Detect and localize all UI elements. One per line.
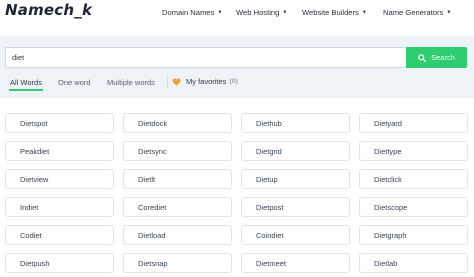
name-card[interactable]: Coindiet: [241, 225, 350, 245]
nav-web-hosting-label: Web Hosting: [236, 8, 280, 17]
search-input[interactable]: [5, 47, 405, 68]
my-favorites-label: My favorites: [186, 77, 227, 86]
tab-divider: [167, 76, 168, 88]
name-card[interactable]: Corediet: [123, 197, 232, 217]
name-card[interactable]: Dietsnap: [123, 253, 232, 273]
name-card[interactable]: Dietdock: [123, 113, 232, 133]
caret-down-icon: ▼: [361, 9, 367, 15]
name-card[interactable]: Dietspot: [5, 113, 114, 133]
name-card[interactable]: Dietload: [123, 225, 232, 245]
name-card[interactable]: Diethub: [241, 113, 350, 133]
name-card[interactable]: Peakdiet: [5, 141, 114, 161]
name-card[interactable]: Dietlab: [359, 253, 468, 273]
nav-domain-names-label: Domain Names: [162, 8, 215, 17]
nav-web-hosting[interactable]: Web Hosting ▼: [236, 8, 287, 17]
favorites-count: (0): [229, 78, 238, 85]
heart-icon: [172, 78, 181, 86]
caret-down-icon: ▼: [446, 9, 452, 15]
nav-name-generators-label: Name Generators: [383, 8, 444, 17]
top-header: Namech_k Domain Names ▼ Web Hosting ▼ We…: [0, 0, 474, 34]
name-card[interactable]: Dietyard: [359, 113, 468, 133]
caret-down-icon: ▼: [217, 9, 223, 15]
search-button-label: Search: [431, 53, 455, 62]
name-card[interactable]: Dietpush: [5, 253, 114, 273]
name-card[interactable]: Dietmeet: [241, 253, 350, 273]
name-card[interactable]: Dietgrid: [241, 141, 350, 161]
nav-website-builders-label: Website Builders: [302, 8, 359, 17]
tab-all-words[interactable]: All Words: [10, 78, 42, 87]
name-card[interactable]: Dietlt: [123, 169, 232, 189]
active-tab-indicator: [9, 89, 43, 91]
caret-down-icon: ▼: [282, 9, 288, 15]
nav-name-generators[interactable]: Name Generators ▼: [383, 8, 451, 17]
name-card[interactable]: Codiet: [5, 225, 114, 245]
name-card[interactable]: Dietscope: [359, 197, 468, 217]
name-card[interactable]: Indiet: [5, 197, 114, 217]
name-card[interactable]: Dietview: [5, 169, 114, 189]
tab-multiple-words[interactable]: Multiple words: [107, 78, 155, 87]
name-card[interactable]: Dietsync: [123, 141, 232, 161]
my-favorites-tab[interactable]: My favorites (0): [172, 77, 238, 86]
site-logo[interactable]: Namech_k: [5, 1, 92, 19]
name-card[interactable]: Dietpost: [241, 197, 350, 217]
search-icon: [418, 53, 427, 62]
name-card[interactable]: Dietgraph: [359, 225, 468, 245]
nav-domain-names[interactable]: Domain Names ▼: [162, 8, 222, 17]
name-card[interactable]: Dietclick: [359, 169, 468, 189]
name-card[interactable]: Diettype: [359, 141, 468, 161]
search-button[interactable]: Search: [406, 47, 467, 68]
nav-website-builders[interactable]: Website Builders ▼: [302, 8, 367, 17]
name-card[interactable]: Dietup: [241, 169, 350, 189]
tab-one-word[interactable]: One word: [58, 78, 91, 87]
